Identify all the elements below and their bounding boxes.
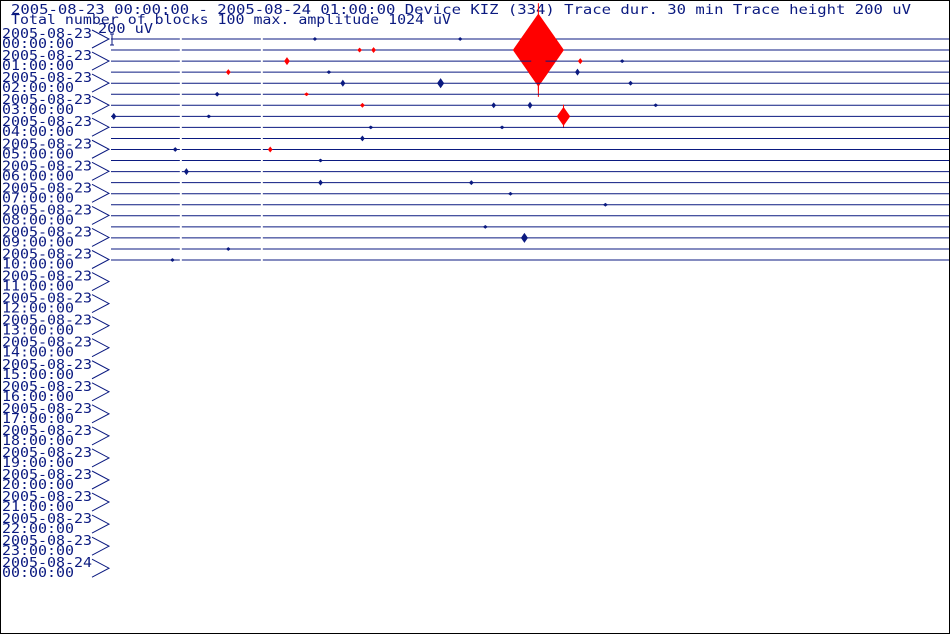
trace [111,191,949,196]
trace-event [169,258,175,262]
scale-label: 200 uV [98,21,153,37]
trace [111,247,949,251]
trace-event [312,37,318,41]
hour-marker [91,316,111,336]
trace-event [326,70,332,75]
trace-event [482,224,488,229]
trace [111,258,949,262]
trace-event [357,47,363,53]
trace-event [183,168,189,176]
trace-event [468,180,474,186]
trace [111,179,949,186]
trace-event [491,102,497,109]
hour-marker [91,228,111,247]
time-labels: 2005-08-2300:00:002005-08-2301:00:002005… [2,26,111,581]
trace [111,224,949,229]
trace-event [499,125,505,130]
hour-marker [91,294,111,314]
helicorder-plot: 2005-08-23 00:00:00 - 2005-08-24 01:00:0… [2,2,949,581]
trace-event [172,147,178,152]
trace [111,158,949,163]
trace-event [368,125,374,130]
hour-marker [91,338,111,358]
hour-label-time: 00:00:00 [2,565,74,581]
hour-marker [91,51,111,71]
hour-marker [91,95,111,115]
hour-marker [91,536,111,556]
hour-marker [91,448,111,468]
trace-event [457,37,463,41]
trace-event [520,232,528,243]
hour-marker [91,205,111,225]
hour-marker [91,73,111,93]
seismogram-frame: 2005-08-23 00:00:00 - 2005-08-24 01:00:0… [0,0,950,634]
trace [111,135,949,142]
trace-event [304,92,310,97]
hour-marker [91,360,111,380]
hour-marker [91,426,111,446]
trace [111,168,949,176]
trace [111,91,949,97]
trace [111,232,949,243]
hour-marker [91,272,111,291]
trace-event [628,80,633,86]
hour-marker [91,514,111,534]
hour-marker [91,183,111,203]
trace-event [359,102,365,108]
trace-event [360,135,365,142]
trace-event [214,91,220,97]
hour-marker [91,404,111,424]
trace-event [340,79,346,87]
trace [111,101,949,109]
trace [111,146,949,153]
trace-event [225,69,231,76]
hour-marker [91,492,111,512]
trace [111,125,949,130]
trace-event [267,146,273,153]
trace-group [111,3,949,262]
trace-event [371,47,376,54]
trace-event [653,103,659,108]
trace-event [318,179,323,186]
trace-event [619,59,625,63]
trace-event [527,101,533,109]
hour-marker [91,558,111,578]
hour-marker [91,139,111,159]
hour-marker [91,117,111,137]
trace [111,202,949,207]
trace-event [602,202,608,207]
trace-event [111,112,117,120]
hour-marker [91,382,111,402]
trace-event [318,158,323,163]
trace [111,78,949,89]
trace-event [437,78,445,89]
trace-event [577,58,583,65]
trace-event [575,68,580,76]
hour-marker [91,470,111,490]
trace-event [507,191,513,196]
trace-event [225,247,231,251]
trace-event [206,114,212,119]
trace-event [284,57,290,66]
hour-marker [91,161,111,181]
hour-marker [91,250,111,269]
